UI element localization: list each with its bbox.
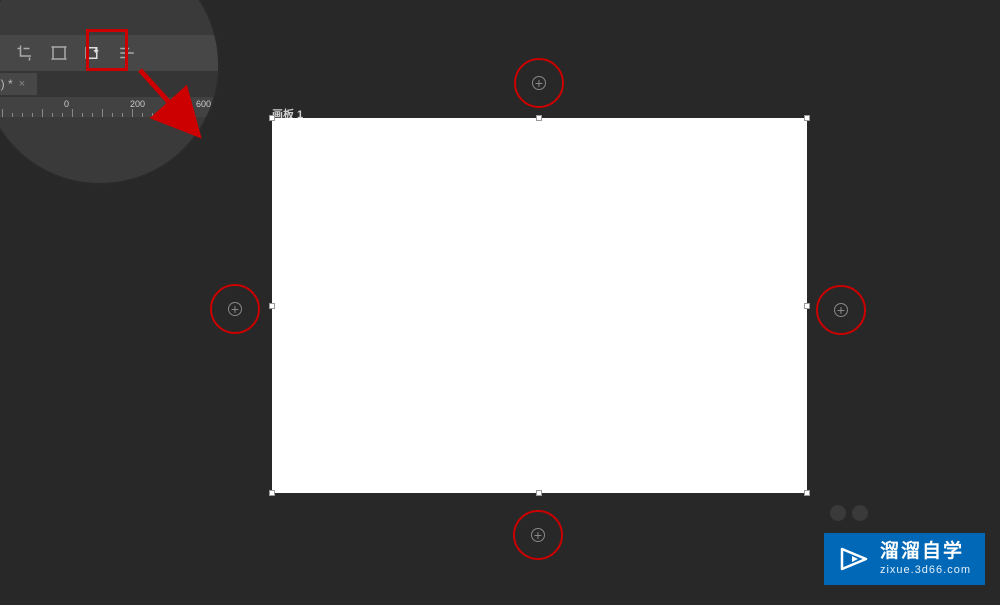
close-tab-icon[interactable]: × (19, 78, 25, 90)
add-artboard-top-button[interactable]: + (532, 76, 546, 90)
document-tab[interactable]: 8) * × (0, 73, 37, 95)
document-tabs: 8) * × (0, 71, 218, 97)
ruler-mark: 200 (130, 99, 145, 109)
resize-handle-middle-left[interactable] (269, 303, 275, 309)
resize-handle-bottom-left[interactable] (269, 490, 275, 496)
resize-handle-bottom-middle[interactable] (536, 490, 542, 496)
resize-handle-top-left[interactable] (269, 115, 275, 121)
add-artboard-right-button[interactable]: + (834, 303, 848, 317)
resize-handle-top-middle[interactable] (536, 115, 542, 121)
resize-handle-middle-right[interactable] (804, 303, 810, 309)
add-artboard-left-highlight: + (210, 284, 260, 334)
artboard-canvas[interactable] (272, 118, 807, 493)
add-artboard-right-highlight: + (816, 285, 866, 335)
resize-handle-top-right[interactable] (804, 115, 810, 121)
add-artboard-bottom-button[interactable]: + (531, 528, 545, 542)
watermark-url: zixue.3d66.com (880, 564, 971, 577)
watermark-badge: 溜溜自学 zixue.3d66.com (824, 533, 985, 585)
watermark-text: 溜溜自学 zixue.3d66.com (880, 541, 971, 577)
crop-tool-icon[interactable] (12, 40, 38, 66)
add-artboard-bottom-highlight: + (513, 510, 563, 560)
artboard-tool-highlight (86, 29, 128, 71)
horizontal-ruler[interactable]: 0 200 600 (0, 97, 218, 117)
watermark-logo-icon (838, 543, 870, 575)
watermark-title: 溜溜自学 (880, 541, 971, 564)
add-artboard-top-highlight: + (514, 58, 564, 108)
add-artboard-left-button[interactable]: + (228, 302, 242, 316)
ruler-mark: 600 (196, 99, 211, 109)
mascot-eyes-decoration (830, 505, 870, 525)
tab-label: 8) * (0, 77, 13, 91)
ruler-mark: 0 (64, 99, 69, 109)
resize-handle-bottom-right[interactable] (804, 490, 810, 496)
frame-tool-icon[interactable] (46, 40, 72, 66)
